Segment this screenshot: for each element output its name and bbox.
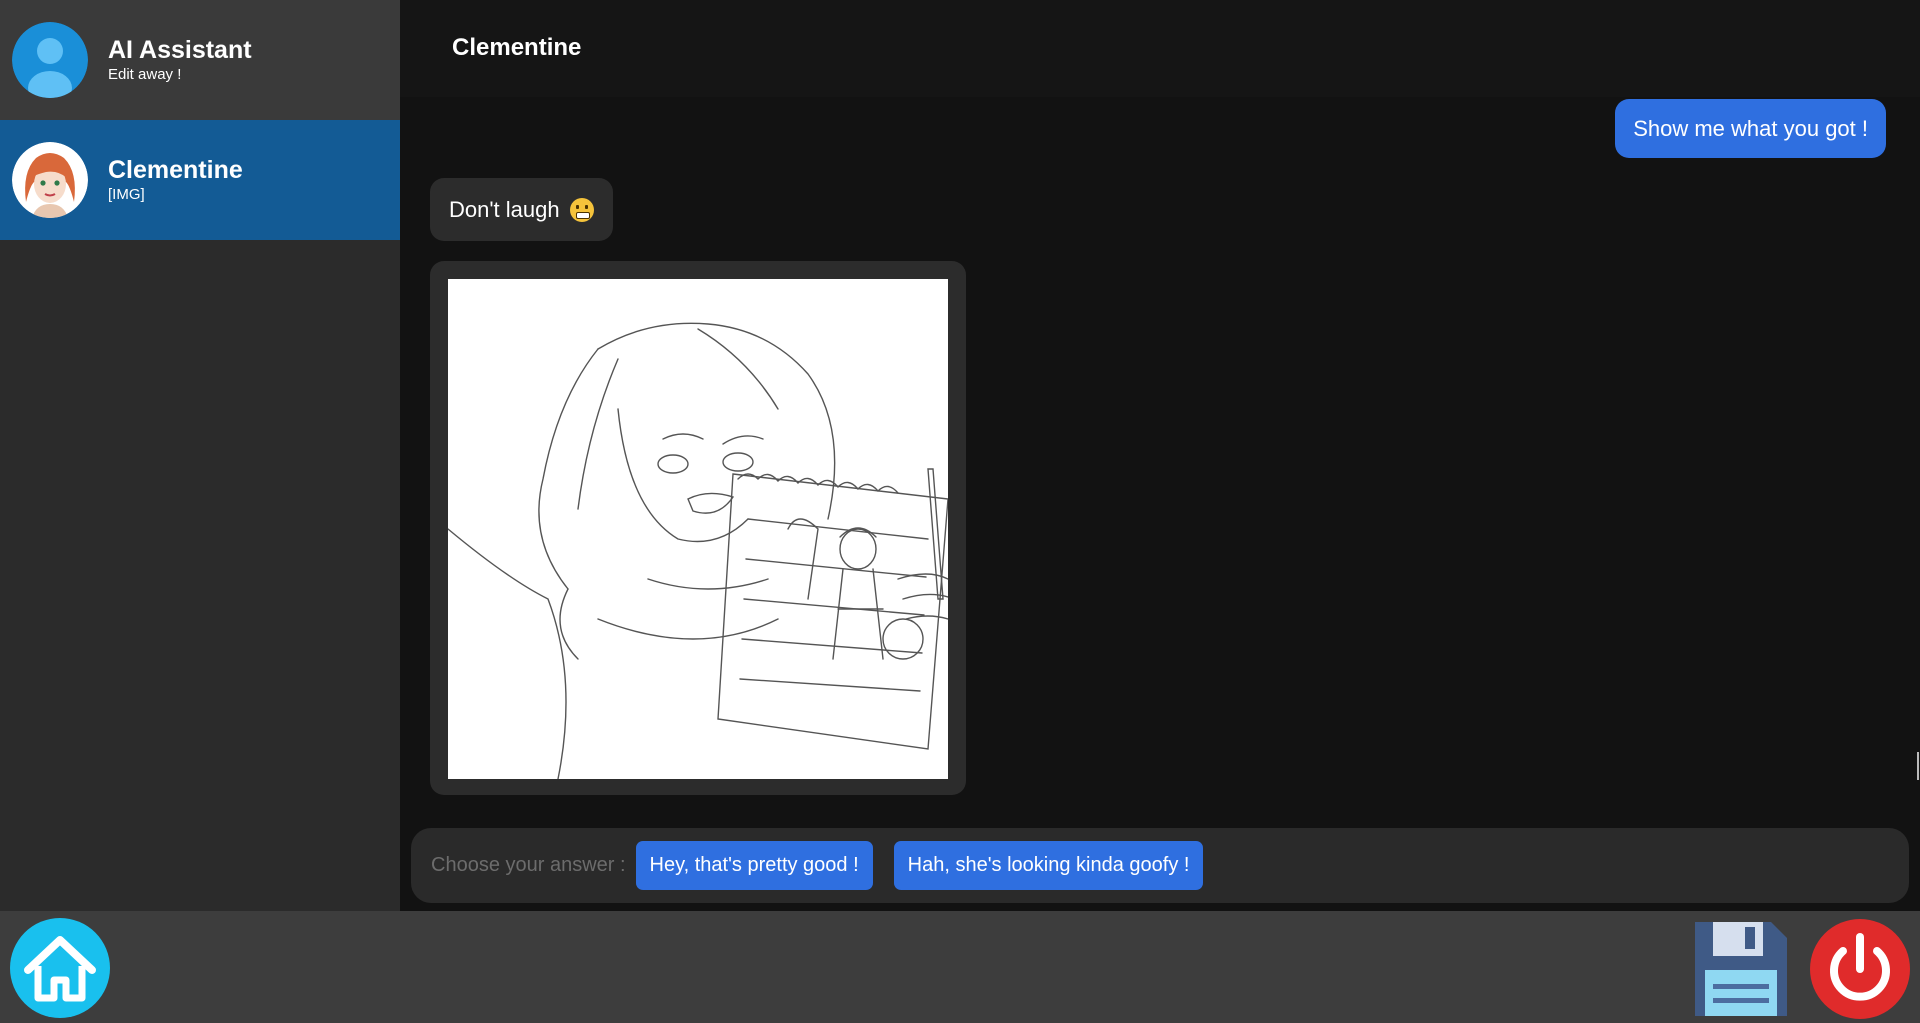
power-button[interactable] <box>1810 919 1910 1019</box>
bot-message-bubble: Don't laugh <box>430 178 613 241</box>
chat-messages[interactable]: Show me what you got ! Don't laugh <box>400 97 1920 817</box>
grimacing-face-icon <box>569 197 594 222</box>
footer-bar <box>0 911 1920 1023</box>
clementine-avatar <box>12 142 88 218</box>
save-button[interactable] <box>1691 918 1791 1018</box>
message-text: Don't laugh <box>449 196 560 222</box>
user-message-bubble: Show me what you got ! <box>1615 99 1886 158</box>
home-button[interactable] <box>10 918 110 1018</box>
contact-sidebar: AI Assistant Edit away ! Clementine [IMG… <box>0 0 400 911</box>
contact-item-clementine[interactable]: Clementine [IMG] <box>0 120 400 240</box>
message-text: Show me what you got ! <box>1633 115 1868 141</box>
chat-header: Clementine <box>400 0 1920 97</box>
contact-name: Clementine <box>108 156 243 184</box>
scrollbar[interactable] <box>1917 752 1919 780</box>
contact-subtitle: [IMG] <box>108 186 145 203</box>
sketch-drawing[interactable] <box>447 279 949 780</box>
power-icon <box>1830 933 1890 1001</box>
bot-image-bubble <box>430 261 966 795</box>
answer-prompt: Choose your answer : <box>431 854 626 876</box>
answer-option-button[interactable]: Hah, she's looking kinda goofy ! <box>893 841 1204 890</box>
contact-subtitle: Edit away ! <box>108 66 182 83</box>
floppy-disk-icon <box>1695 922 1787 1016</box>
chat-title: Clementine <box>452 34 582 61</box>
answer-option-button[interactable]: Hey, that's pretty good ! <box>635 841 873 890</box>
contact-name: AI Assistant <box>108 36 252 64</box>
home-icon <box>24 936 96 1002</box>
user-silhouette-icon <box>12 22 88 98</box>
answer-bar: Choose your answer : Hey, that's pretty … <box>411 828 1909 903</box>
contact-item-ai-assistant[interactable]: AI Assistant Edit away ! <box>0 0 400 120</box>
